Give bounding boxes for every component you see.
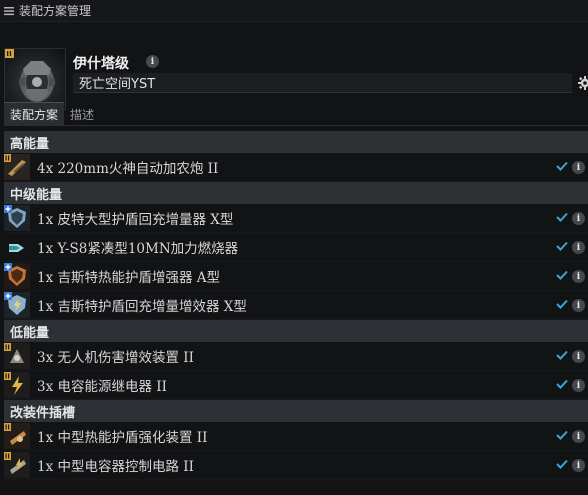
list-item[interactable]: 3x 无人机伤害增效装置 II i bbox=[4, 342, 588, 371]
module-label: 1x 中型热能护盾强化装置 II bbox=[37, 430, 208, 446]
gear-icon[interactable] bbox=[578, 76, 588, 90]
list-item[interactable]: 4x 220mm火神自动加农炮 II i bbox=[4, 153, 588, 182]
ship-thumbnail[interactable] bbox=[4, 48, 66, 110]
tab-description[interactable]: 描述 bbox=[64, 102, 100, 126]
shield-recharger-icon bbox=[4, 205, 30, 231]
thermal-rig-icon bbox=[4, 423, 30, 449]
tab-fitting[interactable]: 装配方案 bbox=[4, 102, 65, 126]
tab-bar: 装配方案 描述 bbox=[4, 102, 588, 126]
checkmark-icon bbox=[556, 241, 568, 251]
info-icon[interactable]: i bbox=[572, 459, 585, 472]
checkmark-icon bbox=[556, 270, 568, 280]
list-item[interactable]: 1x Y-S8紧凑型10MN加力燃烧器 i bbox=[4, 233, 588, 262]
module-label: 3x 电容能源继电器 II bbox=[37, 379, 167, 395]
list-item[interactable]: 1x 中型热能护盾强化装置 II i bbox=[4, 422, 588, 451]
fit-header: 伊什塔级 i bbox=[0, 22, 588, 110]
info-icon[interactable]: i bbox=[572, 379, 585, 392]
capacitor-relay-icon bbox=[4, 372, 30, 398]
list-item[interactable]: 1x 吉斯特护盾回充增量增效器 X型 i bbox=[4, 291, 588, 320]
section-rig-slots: 改装件插槽 bbox=[4, 400, 588, 422]
info-icon[interactable]: i bbox=[572, 430, 585, 443]
section-high-slots: 高能量 bbox=[4, 131, 588, 153]
module-label: 1x 皮特大型护盾回充增量器 X型 bbox=[37, 212, 234, 228]
capacitor-rig-icon bbox=[4, 452, 30, 478]
checkmark-icon bbox=[556, 379, 568, 389]
module-label: 1x Y-S8紧凑型10MN加力燃烧器 bbox=[37, 241, 239, 257]
info-icon[interactable]: i bbox=[572, 212, 585, 225]
window-title: 装配方案管理 bbox=[19, 4, 92, 18]
drone-damage-amplifier-icon bbox=[4, 343, 30, 369]
info-icon[interactable]: i bbox=[572, 350, 585, 363]
info-icon[interactable]: i bbox=[146, 55, 159, 68]
module-label: 1x 吉斯特热能护盾增强器 A型 bbox=[37, 270, 221, 286]
list-item[interactable]: 1x 皮特大型护盾回充增量器 X型 i bbox=[4, 204, 588, 233]
list-item[interactable]: 1x 吉斯特热能护盾增强器 A型 i bbox=[4, 262, 588, 291]
checkmark-icon bbox=[556, 299, 568, 309]
shield-hardener-icon bbox=[4, 263, 30, 289]
list-item[interactable]: 3x 电容能源继电器 II i bbox=[4, 371, 588, 400]
fitting-management-window: 装配方案管理 伊什塔级 i 死亡空间YST 装配方案 描述 高能量 4x 220… bbox=[0, 0, 588, 495]
module-label: 1x 吉斯特护盾回充增量增效器 X型 bbox=[37, 299, 247, 315]
autocannon-icon bbox=[4, 154, 30, 180]
list-item[interactable]: 1x 中型电容器控制电路 II i bbox=[4, 451, 588, 480]
shield-power-relay-icon bbox=[4, 292, 30, 318]
checkmark-icon bbox=[556, 212, 568, 222]
ship-name: 伊什塔级 bbox=[73, 56, 129, 72]
fit-name-input[interactable] bbox=[73, 73, 572, 93]
checkmark-icon bbox=[556, 350, 568, 360]
title-bar[interactable]: 装配方案管理 bbox=[0, 0, 588, 22]
module-label: 3x 无人机伤害增效装置 II bbox=[37, 350, 194, 366]
checkmark-icon bbox=[556, 459, 568, 469]
info-icon[interactable]: i bbox=[572, 241, 585, 254]
checkmark-icon bbox=[556, 430, 568, 440]
ship-render-image bbox=[5, 49, 55, 102]
info-icon[interactable]: i bbox=[572, 161, 585, 174]
section-low-slots: 低能量 bbox=[4, 320, 588, 342]
afterburner-icon bbox=[4, 234, 30, 260]
module-label: 4x 220mm火神自动加农炮 II bbox=[37, 161, 219, 177]
info-icon[interactable]: i bbox=[572, 299, 585, 312]
module-list: 高能量 4x 220mm火神自动加农炮 II i 中级能量 1x 皮特大型护盾回… bbox=[4, 131, 588, 480]
module-label: 1x 中型电容器控制电路 II bbox=[37, 459, 194, 475]
section-mid-slots: 中级能量 bbox=[4, 182, 588, 204]
checkmark-icon bbox=[556, 161, 568, 171]
menu-icon[interactable] bbox=[4, 6, 14, 16]
info-icon[interactable]: i bbox=[572, 270, 585, 283]
